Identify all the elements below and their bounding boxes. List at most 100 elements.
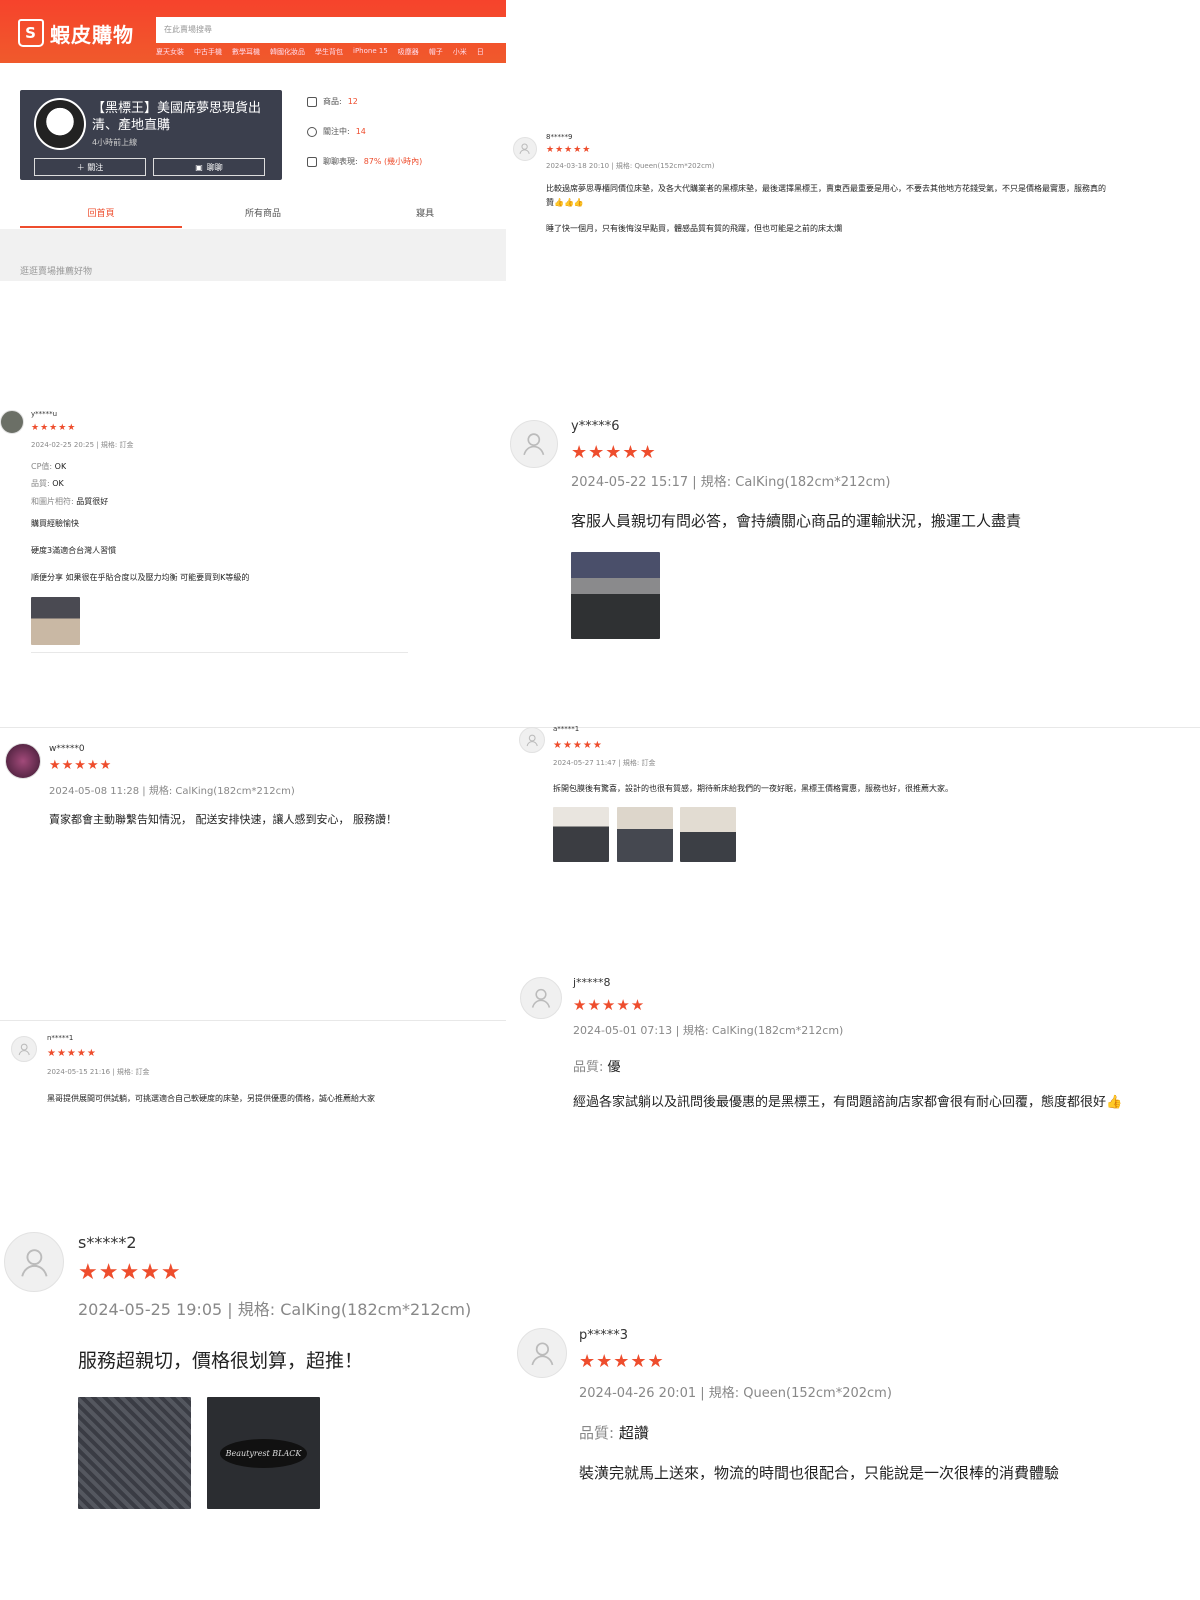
review-text: 裝潢完就馬上送來，物流的時間也很配合，只能說是一次很棒的消費體驗 [579,1464,1060,1482]
review-text: 黑哥提供展間可供試躺，可挑選適合自己軟硬度的床墊，另提供優惠的價格，誠心推薦給大… [47,1094,375,1103]
shopping-bag-icon: S [18,19,44,47]
review-text: 順便分享 如果很在乎貼合度以及壓力均衡 可能要買到K等級的 [31,573,250,582]
tab-home[interactable]: 回首頁 [20,196,182,228]
avatar [5,743,41,779]
field-label: CP值: [31,462,53,471]
tab-all-products[interactable]: 所有商品 [182,196,344,228]
stat-chat-performance: 聊聊表現: 87% (幾小時內) [307,156,422,167]
review-photo[interactable] [680,807,736,862]
follow-button[interactable]: ＋ 關注 [34,158,146,176]
hot-keyword[interactable]: iPhone 15 [353,47,388,59]
recommend-title: 逛逛賣場推薦好物 [20,267,93,277]
review-text: 購買經驗愉快 [31,519,79,528]
review-field: 品質: 優 [573,1056,621,1075]
review-meta: 2024-05-25 19:05 | 規格: CalKing(182cm*212… [78,1300,472,1319]
logo-text: 蝦皮購物 [50,22,134,47]
review-meta: 2024-05-01 07:13 | 規格: CalKing(182cm*212… [573,1024,844,1037]
field-label: 品質: [579,1424,615,1442]
review-username: y*****u [31,410,58,418]
review-username: a*****1 [553,725,580,733]
field-value: 品質很好 [76,497,109,506]
review-photo[interactable] [78,1397,191,1509]
rating-stars: ★★★★★ [49,758,113,773]
review-photo[interactable] [571,552,660,639]
hot-keyword[interactable]: 數學耳機 [232,47,260,59]
shop-tabs: 回首頁 所有商品 寢具 [20,196,506,228]
shopee-logo[interactable]: S 蝦皮購物 [18,18,134,48]
divider [0,727,1200,728]
field-label: 品質: [573,1060,604,1075]
rating-stars: ★★★★★ [47,1048,97,1059]
review-username: w*****0 [49,744,85,754]
shop-avatar[interactable] [34,98,86,150]
tab-bedding[interactable]: 寢具 [344,196,506,228]
avatar [4,1232,64,1292]
stat-value: 14 [355,127,366,136]
review-text: 贊👍👍👍 [546,198,584,207]
review-username: 8*****9 [546,133,573,141]
hot-keyword[interactable]: 中古手機 [194,47,222,59]
review-text: 拆開包膜後有驚喜，設計的也很有質感，期待新床給我們的一夜好眠，黑標王價格實惠，服… [553,784,953,793]
stat-value: 87% (幾小時內) [363,157,423,166]
brand-label: Beautyrest BLACK [219,1438,308,1468]
stat-label: 關注中: [323,127,350,136]
review-username: y*****6 [571,419,620,434]
review-text: 服務超親切，價格很划算，超推！ [78,1350,364,1372]
chat-button[interactable]: ▣ 聊聊 [153,158,265,176]
divider [31,652,408,653]
review-field: CP值: OK [31,461,66,472]
review-meta: 2024-05-08 11:28 | 規格: CalKing(182cm*212… [49,786,295,797]
review-meta: 2024-04-26 20:01 | 規格: Queen(152cm*202cm… [579,1386,892,1401]
review-photo[interactable] [617,807,673,862]
stat-products: 商品: 12 [307,96,358,107]
store-icon [307,96,317,107]
chat-button-label: 聊聊 [206,162,223,172]
field-value: 優 [607,1060,621,1075]
chat-icon [307,156,317,167]
review-meta: 2024-05-15 21:16 | 規格: 訂金 [47,1068,150,1076]
review-text: 客服人員親切有問必答，會持續關心商品的運輸狀況，搬運工人盡責 [571,512,1022,530]
review-text: 睡了快一個月，只有後悔沒早點買，體感品質有質的飛躍，但也可能是之前的床太爛 [546,224,842,233]
field-label: 品質: [31,479,50,488]
review-photo[interactable] [31,597,80,645]
stat-label: 聊聊表現: [323,157,358,166]
divider [0,1020,506,1021]
rating-stars: ★★★★★ [31,423,77,433]
hot-keyword[interactable]: 韓國化妝品 [270,47,305,59]
avatar [11,1036,37,1062]
review-text: 比較過席夢思專櫃同價位床墊，及各大代購業者的黑標床墊，最後選擇黑標王，賣東西最重… [546,184,1106,193]
rating-stars: ★★★★★ [573,996,646,1014]
hot-keywords: 夏天女裝 中古手機 數學耳機 韓國化妝品 學生背包 iPhone 15 吸塵器 … [156,47,506,59]
avatar [519,727,545,753]
shop-search-input[interactable]: 在此賣場搜尋 [156,17,506,43]
shop-online-status: 4小時前上線 [92,138,138,147]
review-photo[interactable]: Beautyrest BLACK [207,1397,320,1509]
avatar [520,977,562,1019]
rating-stars: ★★★★★ [579,1351,665,1372]
stat-label: 商品: [323,97,342,106]
review-meta: 2024-05-22 15:17 | 規格: CalKing(182cm*212… [571,475,891,490]
review-photo[interactable] [553,807,609,862]
avatar [0,410,24,434]
hot-keyword[interactable]: 吸塵器 [398,47,419,59]
avatar [510,420,558,468]
rating-stars: ★★★★★ [571,442,657,463]
hot-keyword[interactable]: 學生背包 [315,47,343,59]
hot-keyword[interactable]: 日 [477,47,484,59]
review-username: n*****1 [47,1034,74,1042]
review-field: 品質: 超讚 [579,1422,649,1443]
field-label: 和圖片相符: [31,497,74,506]
review-text: 硬度3滿適合台灣人習慣 [31,546,117,555]
person-icon [307,126,317,137]
hot-keyword[interactable]: 夏天女裝 [156,47,184,59]
shop-name: 【黑標王】美國席夢思現貨出清、產地直購 [92,101,262,133]
review-meta: 2024-05-27 11:47 | 規格: 訂金 [553,759,656,767]
hot-keyword[interactable]: 小米 [453,47,467,59]
field-value: 超讚 [618,1424,649,1442]
field-value: OK [54,462,67,471]
review-username: j*****8 [573,976,611,989]
hot-keyword[interactable]: 帽子 [429,47,443,59]
review-meta: 2024-03-18 20:10 | 規格: Queen(152cm*202cm… [546,162,715,170]
rating-stars: ★★★★★ [78,1260,182,1285]
review-username: p*****3 [579,1328,629,1343]
